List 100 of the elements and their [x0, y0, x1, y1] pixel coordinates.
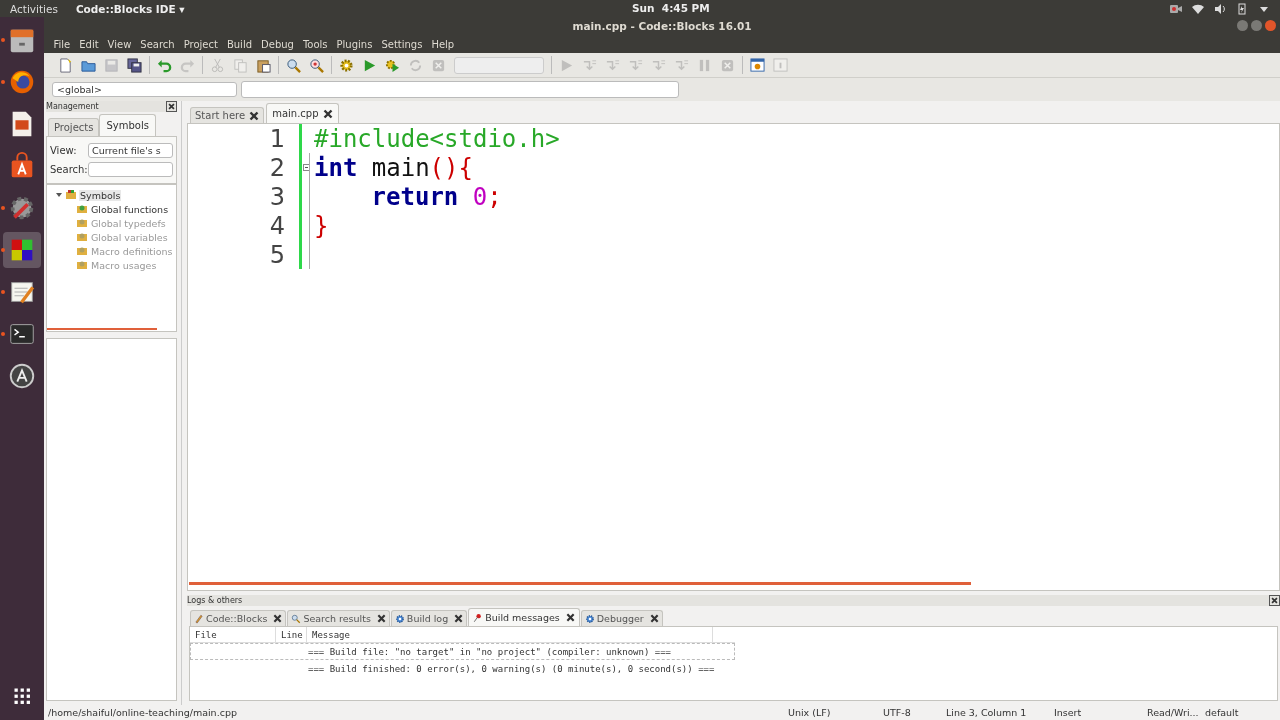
menu-item[interactable]: File: [49, 38, 75, 50]
step-icon: [605, 57, 620, 73]
editor-tab[interactable]: Start here: [190, 107, 265, 123]
search-field[interactable]: [88, 162, 173, 177]
stop-icon: [720, 57, 735, 73]
volume-icon[interactable]: [1214, 2, 1226, 15]
column-header[interactable]: Line: [276, 627, 307, 642]
log-row[interactable]: === Build finished: 0 error(s), 0 warning(s) (0 minute(s), 0 second(s)) ===: [190, 660, 735, 677]
dock-item[interactable]: [3, 232, 41, 268]
camera-icon[interactable]: [1170, 2, 1182, 15]
log-row[interactable]: === Build file: "no target" in "no project" (compiler: unknown) ===: [190, 643, 735, 660]
play-icon: [362, 57, 377, 73]
expand-arrow-icon[interactable]: [55, 191, 63, 199]
pin-icon: [473, 612, 484, 623]
close-icon[interactable]: [1269, 595, 1280, 606]
minimize-button[interactable]: [1237, 20, 1248, 31]
column-header[interactable]: Message: [307, 627, 713, 642]
scope-dropdown[interactable]: <global>: [52, 82, 237, 97]
panel-title: Logs & others: [187, 596, 243, 605]
menu-item[interactable]: Settings: [376, 38, 427, 50]
symbols-icon: [66, 190, 76, 200]
activities-button[interactable]: Activities: [0, 2, 68, 15]
step-icon: [582, 57, 597, 73]
close-icon[interactable]: [166, 101, 177, 112]
stop-icon: [431, 57, 446, 73]
menu-item[interactable]: Plugins: [332, 38, 377, 50]
line-number: 3: [268, 182, 285, 211]
redo-icon: [180, 57, 195, 73]
close-icon[interactable]: [649, 614, 659, 623]
scissors-icon: [210, 57, 225, 73]
maximize-button[interactable]: [1251, 20, 1262, 31]
step-icon: [628, 57, 643, 73]
wifi-icon[interactable]: [1192, 2, 1204, 15]
window-title: main.cpp - Code::Blocks 16.01: [572, 20, 752, 32]
close-icon[interactable]: [322, 108, 333, 119]
menu-item[interactable]: Search: [135, 38, 180, 50]
floppies-icon: [127, 57, 142, 73]
view-dropdown[interactable]: Current file's s: [88, 143, 173, 158]
folder-icon: [77, 232, 87, 242]
bug-window-icon: [750, 57, 765, 73]
close-button[interactable]: [1265, 20, 1276, 31]
battery-icon[interactable]: [1236, 2, 1248, 15]
menu-item[interactable]: Help: [426, 38, 459, 50]
folder-icon: [77, 260, 87, 270]
search-icon: [286, 57, 301, 73]
log-tab[interactable]: Search results: [287, 610, 390, 626]
code-line: #include<stdio.h>: [314, 124, 560, 153]
menu-item[interactable]: View: [103, 38, 136, 50]
clock[interactable]: Sun 4:45 PM: [632, 2, 710, 14]
gear-icon: [339, 57, 354, 73]
log-tab[interactable]: Build messages: [468, 608, 580, 626]
close-icon[interactable]: [273, 614, 283, 623]
pause-icon: [697, 57, 712, 73]
code-line: int main(){: [314, 153, 473, 182]
log-tab[interactable]: Build log: [390, 610, 468, 626]
line-number: 5: [268, 240, 285, 269]
play-icon: [559, 57, 574, 73]
insert-mode: Insert: [1054, 707, 1083, 718]
folder-icon: [77, 218, 87, 228]
scroll-bar[interactable]: [47, 328, 157, 330]
refresh-icon: [408, 57, 423, 73]
search-label: Search:: [50, 164, 86, 175]
menu-item[interactable]: Project: [179, 38, 223, 50]
cursor-position: Line 3, Column 1: [946, 707, 1028, 718]
tree-item[interactable]: Global functions: [90, 203, 170, 215]
log-message: === Build file: "no target" in "no project" (compiler: unknown) ===: [308, 646, 672, 657]
pencil-icon: [194, 613, 204, 624]
panel-tab[interactable]: Projects: [48, 118, 100, 136]
new-file-icon: [58, 57, 73, 73]
menu-item[interactable]: Tools: [298, 38, 333, 50]
menu-item[interactable]: Edit: [74, 38, 104, 50]
close-icon[interactable]: [249, 110, 260, 121]
close-icon[interactable]: [565, 613, 575, 622]
fold-marker-icon[interactable]: [303, 164, 310, 171]
tree-item[interactable]: Symbols: [79, 189, 122, 201]
panel-tab[interactable]: Symbols: [99, 114, 156, 136]
info-icon: [773, 57, 788, 73]
folder-icon: [77, 204, 87, 214]
menu-item[interactable]: Build: [222, 38, 257, 50]
app-menu[interactable]: Code::Blocks IDE ▾: [75, 2, 185, 15]
view-label: View:: [50, 145, 78, 156]
log-tab[interactable]: Code::Blocks: [190, 610, 287, 626]
panel-title: Management: [46, 102, 99, 111]
code-line: return 0;: [370, 182, 502, 211]
undo-icon: [157, 57, 172, 73]
line-number: 2: [268, 153, 285, 182]
scroll-bar[interactable]: [189, 582, 971, 585]
column-header[interactable]: File: [190, 627, 276, 642]
log-tab[interactable]: Debugger: [580, 610, 663, 626]
close-icon[interactable]: [454, 614, 464, 623]
update-circle-icon: [7, 361, 37, 391]
code-editor[interactable]: 1 #include<stdio.h> 2 int main(){ 3 return 0; 4 } 5: [187, 123, 1280, 591]
file-path: /home/shaiful/online-teaching/main.cpp: [47, 707, 238, 718]
menu-item[interactable]: Debug: [256, 38, 299, 50]
line-number: 1: [268, 124, 285, 153]
search-icon: [291, 613, 302, 624]
close-icon[interactable]: [376, 614, 386, 623]
clipboard-icon: [256, 57, 271, 73]
floppy-icon: [104, 57, 119, 73]
editor-tab[interactable]: main.cpp: [266, 103, 339, 123]
